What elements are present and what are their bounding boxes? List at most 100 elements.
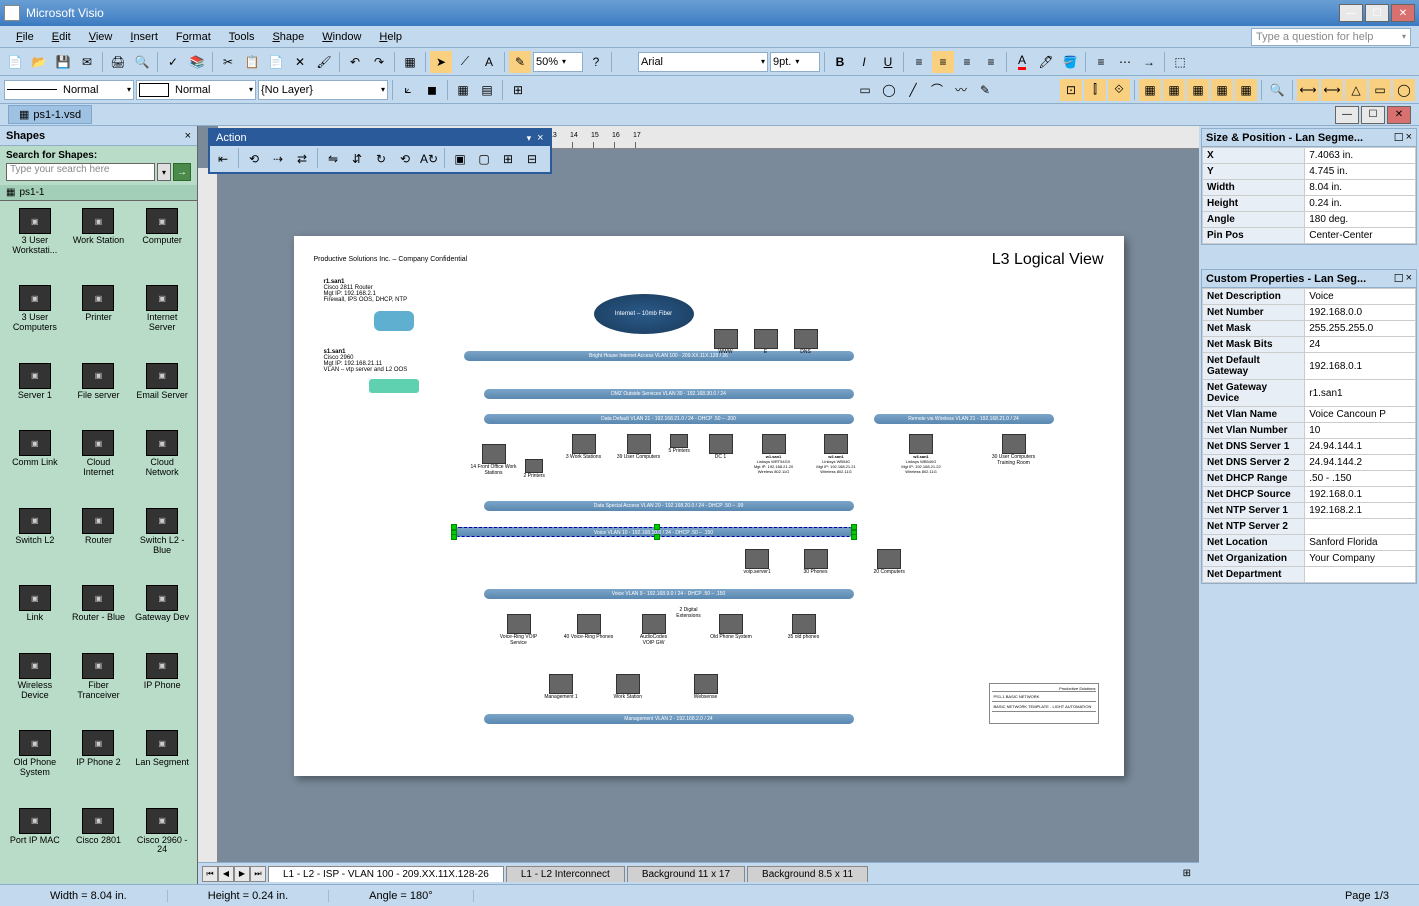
menu-view[interactable]: View [81, 29, 121, 45]
5-printers[interactable]: 5 Printers [669, 434, 690, 454]
w1-ap[interactable]: w1.san1Linksys WRT54GXMgt IP: 192.168.21… [744, 434, 804, 474]
property-value[interactable] [1305, 519, 1416, 535]
shape-item[interactable]: ▣IP Phone [131, 650, 193, 725]
line-pattern-icon[interactable]: ⋯ [1114, 51, 1136, 73]
39-computers[interactable]: 39 User Computers [614, 434, 664, 460]
menu-insert[interactable]: Insert [122, 29, 166, 45]
print-preview-icon[interactable]: 🔍 [131, 51, 153, 73]
cut-icon[interactable]: ✂ [217, 51, 239, 73]
action-rotate-icon[interactable]: ↻ [370, 148, 392, 170]
dim4-icon[interactable]: ▭ [1369, 79, 1391, 101]
shapes-search-go-button[interactable]: → [173, 163, 191, 181]
router-icon[interactable] [374, 311, 414, 331]
help-search-input[interactable]: Type a question for help ▾ [1251, 28, 1411, 46]
undo-icon[interactable]: ↶ [344, 51, 366, 73]
pencil-icon[interactable]: ✎ [974, 79, 996, 101]
property-value[interactable]: 10 [1305, 423, 1416, 439]
close-button[interactable]: ✕ [1391, 4, 1415, 22]
align-right-icon[interactable]: ≡ [956, 51, 978, 73]
align-left-icon[interactable]: ≡ [908, 51, 930, 73]
custom-panel-restore-icon[interactable]: ☐ [1394, 272, 1404, 285]
frontoffice-ws[interactable]: 14 Front Office Work Stations [469, 444, 519, 476]
corner-icon[interactable]: ⟀ [397, 79, 419, 101]
layer-select[interactable]: {No Layer}▾ [258, 80, 388, 100]
property-value[interactable]: Your Company [1305, 551, 1416, 567]
action-btn-1[interactable]: ⇤ [212, 148, 234, 170]
shape-item[interactable]: ▣3 User Computers [4, 282, 66, 357]
switch-icon[interactable] [369, 379, 419, 393]
doc-close-button[interactable]: ✕ [1387, 106, 1411, 124]
delete-icon[interactable]: ✕ [289, 51, 311, 73]
property-value[interactable]: 192.168.0.1 [1305, 353, 1416, 380]
line-style-select[interactable]: Normal▾ [4, 80, 134, 100]
pointer-icon[interactable]: ➤ [430, 51, 452, 73]
shape-item[interactable]: ▣Comm Link [4, 427, 66, 502]
line-ends-icon[interactable]: → [1138, 51, 1160, 73]
line-color-icon[interactable]: 🖊 [1035, 51, 1057, 73]
shape-item[interactable]: ▣Lan Segment [131, 727, 193, 802]
action-bring-front-icon[interactable]: ▣ [449, 148, 471, 170]
35-old-phones[interactable]: 35 old phones [784, 614, 824, 640]
shape-item[interactable]: ▣Printer [68, 282, 130, 357]
shape-item[interactable]: ▣Server 1 [4, 360, 66, 426]
underline-icon[interactable]: U [877, 51, 899, 73]
vlan-21-bar[interactable]: Data Default VLAN 21 - 192.168.21.0 / 24… [484, 414, 854, 424]
shapes-window-icon[interactable]: ▦ [399, 51, 421, 73]
shape-item[interactable]: ▣Router [68, 505, 130, 580]
drawing-page[interactable]: Productive Solutions Inc. – Company Conf… [294, 236, 1124, 776]
property-value[interactable]: 192.168.0.0 [1305, 305, 1416, 321]
size-panel-close-icon[interactable]: × [1406, 131, 1412, 144]
action-ungroup-icon[interactable]: ⊟ [521, 148, 543, 170]
menu-format[interactable]: Format [168, 29, 219, 45]
selection-handle-se[interactable] [851, 534, 857, 540]
shape-item[interactable]: ▣File server [68, 360, 130, 426]
line-tool-icon[interactable]: ╱ [902, 79, 924, 101]
page-tab-last-icon[interactable]: ⏭ [250, 866, 266, 882]
redo-icon[interactable]: ↷ [368, 51, 390, 73]
lay1-icon[interactable]: ▦ [1139, 79, 1161, 101]
canvas-scroll[interactable]: Productive Solutions Inc. – Company Conf… [218, 149, 1199, 862]
connect-icon[interactable]: ⟐ [1108, 79, 1130, 101]
property-value[interactable]: Voice Cancoun P [1305, 407, 1416, 423]
format-icon[interactable]: ⬚ [1169, 51, 1191, 73]
selection-handle-nw[interactable] [451, 524, 457, 530]
3-workstations[interactable]: 3 Work Stations [564, 434, 604, 460]
minimize-button[interactable]: — [1339, 4, 1363, 22]
shapes-search-dropdown-icon[interactable]: ▾ [157, 163, 171, 181]
vlan-10-bar-selected[interactable]: Voice VLAN 10 - 192.168.10.0 / 24 - DHCP… [454, 527, 854, 537]
40-vr-phones[interactable]: 40 Voice-Ring Phones [564, 614, 614, 640]
shape-item[interactable]: ▣Cloud Network [131, 427, 193, 502]
property-value[interactable]: 7.4063 in. [1305, 148, 1416, 164]
menu-window[interactable]: Window [314, 29, 369, 45]
w3-ap[interactable]: w3.san1Linksys WB540GMgt IP: 192.168.21.… [894, 434, 949, 474]
shapes-stencil-tab[interactable]: ▦ ps1-1 [0, 185, 197, 201]
digital-ext[interactable]: 2 Digital Extensions [674, 607, 704, 619]
shape-item[interactable]: ▣Link [4, 582, 66, 648]
mgmt-workstation[interactable]: Work Station [614, 674, 643, 700]
property-value[interactable]: 0.24 in. [1305, 196, 1416, 212]
custom-panel-close-icon[interactable]: × [1406, 272, 1412, 285]
action-text-icon[interactable]: A↻ [418, 148, 440, 170]
20-computers[interactable]: 20 Computers [874, 549, 905, 575]
property-value[interactable]: 255.255.255.0 [1305, 321, 1416, 337]
w2-ap[interactable]: w2.san1Linksys WB540Mgt IP: 192.168.21.2… [809, 434, 864, 474]
snap-icon[interactable]: ⊞ [507, 79, 529, 101]
2-printers[interactable]: 2 Printers [524, 459, 545, 479]
transparency-icon[interactable]: ▦ [452, 79, 474, 101]
shadow-icon[interactable]: ◼ [421, 79, 443, 101]
action-btn-2[interactable]: ⟲ [243, 148, 265, 170]
action-flip-v-icon[interactable]: ⇵ [346, 148, 368, 170]
shape-item[interactable]: ▣Fiber Tranceiver [68, 650, 130, 725]
action-flip-h-icon[interactable]: ⇋ [322, 148, 344, 170]
old-phone-system[interactable]: Old Phone System [709, 614, 754, 640]
action-btn-8[interactable]: ⟲ [394, 148, 416, 170]
fill-color-icon[interactable]: 🪣 [1059, 51, 1081, 73]
shape-item[interactable]: ▣Wireless Device [4, 650, 66, 725]
www-server[interactable]: WWW [714, 329, 738, 355]
30-training-computers[interactable]: 30 User Computers Training Room [984, 434, 1044, 466]
align-justify-icon[interactable]: ≡ [980, 51, 1002, 73]
property-value[interactable]: Center-Center [1305, 228, 1416, 244]
dns-server[interactable]: DNS [794, 329, 818, 355]
action-btn-3[interactable]: ⇢ [267, 148, 289, 170]
open-icon[interactable]: 📂 [28, 51, 50, 73]
